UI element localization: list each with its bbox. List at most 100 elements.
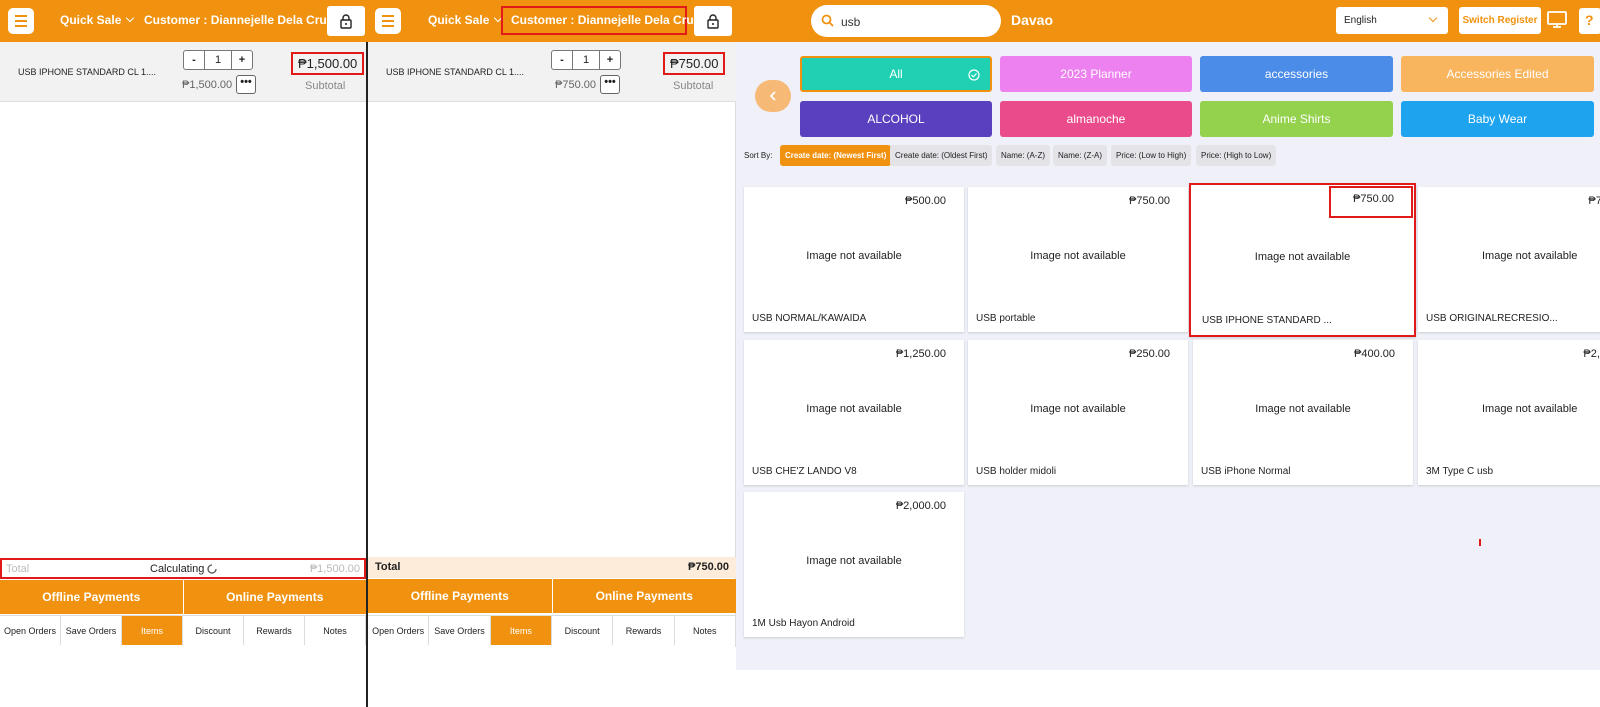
tab-items[interactable]: Items: [490, 616, 552, 645]
decrement-button[interactable]: -: [552, 51, 572, 69]
cart-line-item[interactable]: USB IPHONE STANDARD CL 1.... - 1 + ₱750.…: [368, 42, 736, 102]
total-value: ₱1,500.00: [309, 563, 360, 575]
total-label: Total: [375, 561, 401, 573]
tab-rewards[interactable]: Rewards: [244, 616, 305, 645]
lock-button[interactable]: [694, 6, 732, 36]
category-baby-wear[interactable]: Baby Wear: [1401, 101, 1594, 137]
online-payments-button[interactable]: Online Payments: [182, 580, 366, 614]
customer-selector[interactable]: Customer : Diannejelle Dela Cruz: [501, 6, 713, 35]
help-icon[interactable]: ?: [1579, 8, 1600, 34]
tab-notes[interactable]: Notes: [674, 616, 736, 645]
product-price: ₱2,0: [1583, 348, 1600, 360]
product-card[interactable]: ₱75 Image not available USB ORIGINALRECR…: [1418, 187, 1600, 332]
language-value: English: [1344, 15, 1377, 26]
offline-payments-button[interactable]: Offline Payments: [0, 580, 183, 614]
product-name: USB iPhone Normal: [1201, 466, 1291, 477]
offline-payments-button[interactable]: Offline Payments: [368, 579, 552, 613]
quick-sale-label: Quick Sale: [60, 13, 122, 27]
product-name: 1M Usb Hayon Android: [752, 618, 855, 629]
bottom-tabs: Open Orders Save Orders Items Discount R…: [0, 615, 366, 645]
subtotal-label: Subtotal: [305, 80, 346, 92]
category-2023-planner[interactable]: 2023 Planner: [1000, 56, 1192, 92]
pos-panel-old: Quick Sale Customer : Diannejelle Dela C…: [0, 0, 368, 707]
cart-line-item[interactable]: USB IPHONE STANDARD CL 1.... - 1 + ₱1,50…: [0, 42, 366, 102]
product-card[interactable]: ₱500.00 Image not available USB NORMAL/K…: [744, 187, 964, 332]
tab-save-orders[interactable]: Save Orders: [61, 616, 122, 645]
tab-open-orders[interactable]: Open Orders: [0, 616, 61, 645]
tab-open-orders[interactable]: Open Orders: [368, 616, 430, 645]
category-all[interactable]: All: [800, 56, 992, 92]
product-card[interactable]: ₱2,0 Image not available 3M Type C usb: [1418, 340, 1600, 485]
tab-save-orders[interactable]: Save Orders: [429, 616, 491, 645]
tab-notes[interactable]: Notes: [305, 616, 366, 645]
sort-name-asc[interactable]: Name: (A-Z): [996, 145, 1050, 166]
increment-button[interactable]: +: [232, 51, 252, 69]
line-total: ₱1,500.00: [291, 52, 365, 75]
category-anime-shirts[interactable]: Anime Shirts: [1200, 101, 1393, 137]
sort-name-desc[interactable]: Name: (Z-A): [1053, 145, 1107, 166]
hamburger-menu-icon[interactable]: [375, 8, 401, 34]
quick-sale-dropdown[interactable]: Quick Sale: [60, 13, 135, 27]
tab-items[interactable]: Items: [122, 616, 183, 645]
product-card[interactable]: ₱400.00 Image not available USB iPhone N…: [1193, 340, 1413, 485]
chevron-down-icon: [1428, 13, 1438, 23]
language-select[interactable]: English: [1336, 7, 1448, 34]
product-price: ₱500.00: [905, 195, 946, 207]
switch-register-button[interactable]: Switch Register: [1459, 7, 1541, 34]
product-card[interactable]: ₱250.00 Image not available USB holder m…: [968, 340, 1188, 485]
product-price: ₱1,250.00: [895, 348, 946, 360]
product-name: USB ORIGINALRECRESIO...: [1426, 313, 1558, 324]
customer-label: Customer :: [144, 13, 208, 27]
check-circle-icon: [968, 69, 980, 81]
product-card[interactable]: ₱750.00 Image not available USB portable: [968, 187, 1188, 332]
product-price: ₱75: [1588, 195, 1600, 207]
product-card-highlighted[interactable]: ₱750.00 Image not available USB IPHONE S…: [1189, 183, 1416, 337]
tab-discount[interactable]: Discount: [551, 616, 614, 645]
customer-name: Diannejelle Dela Cruz: [210, 13, 333, 27]
decrement-button[interactable]: -: [184, 51, 204, 69]
sort-price-low-high[interactable]: Price: (Low to High): [1111, 145, 1192, 166]
hamburger-menu-icon[interactable]: [8, 8, 34, 34]
product-card[interactable]: ₱2,000.00 Image not available 1M Usb Hay…: [744, 492, 964, 637]
category-label: Anime Shirts: [1262, 112, 1331, 126]
image-placeholder: Image not available: [806, 555, 902, 567]
payment-buttons: Offline Payments Online Payments: [0, 580, 366, 614]
monitor-icon[interactable]: [1547, 11, 1567, 28]
sort-by-label: Sort By:: [744, 151, 773, 160]
category-accessories[interactable]: accessories: [1200, 56, 1393, 92]
branch-name: Davao: [1011, 12, 1054, 28]
product-name: USB holder midoli: [976, 466, 1057, 477]
tab-rewards[interactable]: Rewards: [613, 616, 675, 645]
more-options-icon[interactable]: •••: [600, 75, 620, 94]
product-name: USB IPHONE STANDARD ...: [1202, 315, 1332, 326]
tab-discount[interactable]: Discount: [183, 616, 244, 645]
sort-price-high-low[interactable]: Price: (High to Low): [1196, 145, 1277, 166]
customer-selector[interactable]: Customer : Diannejelle Dela Cruz: [144, 13, 346, 27]
lock-button[interactable]: [327, 6, 365, 36]
category-almanoche[interactable]: almanoche: [1000, 101, 1192, 137]
category-label: ALCOHOL: [867, 112, 925, 126]
category-accessories-edited[interactable]: Accessories Edited: [1401, 56, 1594, 92]
sort-oldest-first[interactable]: Create date: (Oldest First): [890, 145, 993, 166]
panel-b-header: Quick Sale Customer : Diannejelle Dela C…: [368, 0, 736, 42]
more-options-icon[interactable]: •••: [236, 75, 256, 94]
quantity-value[interactable]: 1: [572, 51, 600, 69]
quantity-stepper[interactable]: - 1 +: [183, 50, 253, 70]
cart-item-name: USB IPHONE STANDARD CL 1....: [386, 67, 525, 77]
sort-newest-first[interactable]: Create date: (Newest First): [780, 145, 892, 166]
quick-sale-dropdown[interactable]: Quick Sale: [428, 13, 503, 27]
category-label: All: [889, 67, 903, 81]
payment-buttons: Offline Payments Online Payments: [368, 579, 736, 613]
total-bar: Total Calculating ₱1,500.00: [0, 558, 366, 579]
quantity-value[interactable]: 1: [204, 51, 232, 69]
product-name: USB NORMAL/KAWAIDA: [752, 313, 867, 324]
product-card[interactable]: ₱1,250.00 Image not available USB CHE'Z …: [744, 340, 964, 485]
increment-button[interactable]: +: [600, 51, 620, 69]
chevron-left-icon: [769, 91, 776, 101]
category-alcohol[interactable]: ALCOHOL: [800, 101, 992, 137]
image-placeholder: Image not available: [1254, 251, 1351, 263]
online-payments-button[interactable]: Online Payments: [551, 579, 736, 613]
quantity-stepper[interactable]: - 1 +: [551, 50, 621, 70]
search-input[interactable]: usb: [811, 5, 1001, 37]
category-back-button[interactable]: [755, 80, 791, 112]
